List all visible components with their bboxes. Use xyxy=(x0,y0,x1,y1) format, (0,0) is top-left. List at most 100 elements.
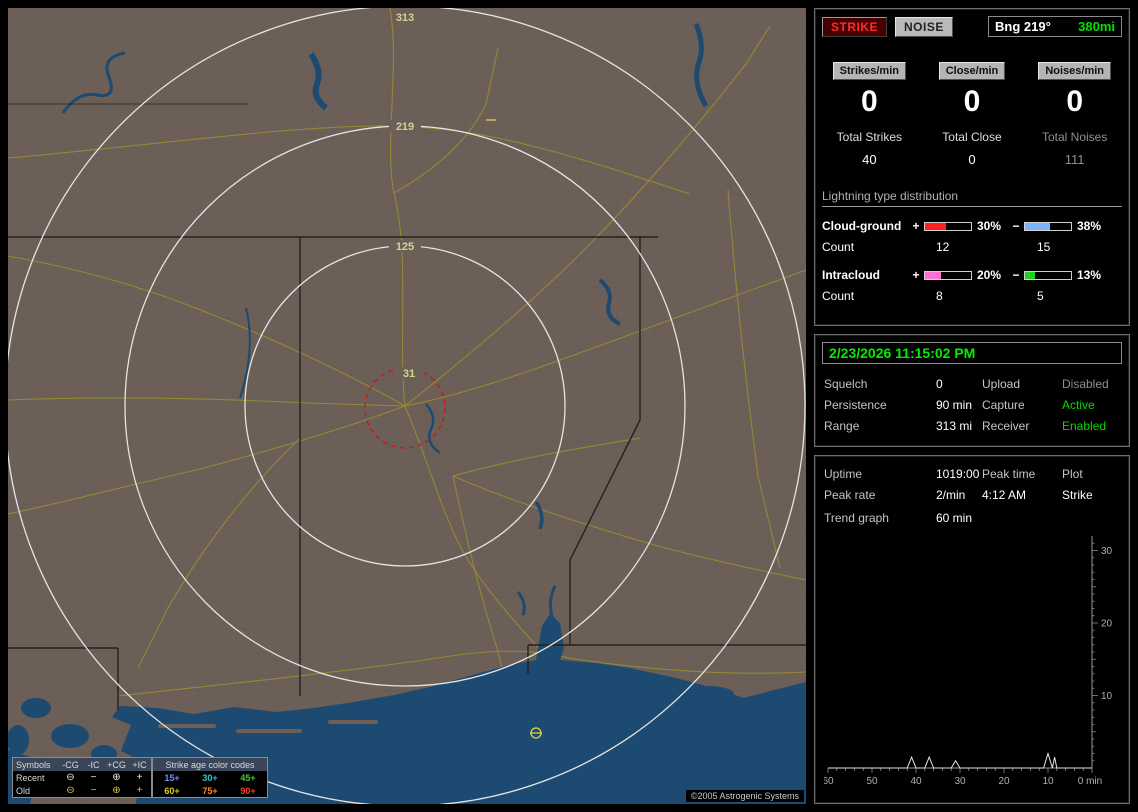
old-pos-cg-icon: ⊕ xyxy=(112,785,121,796)
close-per-min-value: 0 xyxy=(963,85,981,118)
age-15: 15+ xyxy=(164,772,180,783)
trend-graph-row: Trend graph 60 min xyxy=(822,511,1122,525)
close-per-min-button[interactable]: Close/min xyxy=(938,62,1006,80)
bearing-range: 380mi xyxy=(1078,19,1115,34)
ic-negative-bar xyxy=(1024,270,1072,280)
total-strikes-value: 40 xyxy=(862,152,877,167)
col-neg-ic: -IC xyxy=(82,758,105,771)
old-neg-cg-icon: ⊖ xyxy=(66,785,75,796)
intracloud-label: Intracloud xyxy=(822,268,881,282)
noise-button[interactable]: NOISE xyxy=(895,16,953,37)
ic-count-row: Count 8 5 xyxy=(822,289,1122,303)
svg-text:0 min: 0 min xyxy=(1078,776,1102,787)
age-75: 75+ xyxy=(202,785,218,796)
ic-negative-pct: 13% xyxy=(1077,268,1102,282)
strike-stats-panel: STRIKE NOISE Bng 219° 380mi Strikes/min … xyxy=(814,8,1130,326)
ic-negative-count: 5 xyxy=(1037,289,1044,303)
svg-text:20: 20 xyxy=(998,776,1010,787)
total-strikes-label: Total Strikes xyxy=(836,130,902,144)
nexstorm-app: 313 219 125 31 Symbols -CG -IC +CG +IC R… xyxy=(0,0,1138,812)
strikes-per-min-value: 0 xyxy=(860,85,878,118)
receiver-status: Enabled xyxy=(1062,419,1107,433)
row-old-label: Old xyxy=(16,785,31,796)
old-pos-ic-icon: + xyxy=(136,785,143,796)
persistence-value: 90 min xyxy=(936,398,973,412)
range-label: Range xyxy=(824,419,860,433)
row-recent-label: Recent xyxy=(16,772,45,783)
range-value: 313 mi xyxy=(936,419,973,433)
cg-negative-bar xyxy=(1024,221,1072,231)
distribution-title: Lightning type distribution xyxy=(822,189,1122,207)
cg-count-row: Count 12 15 xyxy=(822,240,1122,254)
recent-pos-cg-icon: ⊕ xyxy=(112,772,121,783)
peak-time-value: 4:12 AM xyxy=(982,488,1027,502)
intracloud-row: Intracloud + 20% − 13% xyxy=(822,265,1122,285)
trend-window-value: 60 min xyxy=(936,511,973,525)
age-colors-legend: Strike age color codes 15+ 30+ 45+ 60+ 7… xyxy=(152,757,268,798)
age-codes-title: Strike age color codes xyxy=(153,758,267,771)
svg-text:30: 30 xyxy=(1101,546,1113,557)
squelch-label: Squelch xyxy=(824,377,868,391)
age-30: 30+ xyxy=(202,772,218,783)
uptime-value: 1019:00 xyxy=(936,467,980,481)
cg-positive-bar xyxy=(924,221,972,231)
capture-status: Active xyxy=(1062,398,1095,412)
plot-label: Plot xyxy=(1062,467,1083,481)
bearing-display: Bng 219° 380mi xyxy=(988,16,1122,37)
col-neg-cg: -CG xyxy=(59,758,82,771)
noises-counter: Noises/min 0 Total Noises 111 xyxy=(1027,61,1122,167)
lightning-type-distribution: Lightning type distribution Cloud-ground… xyxy=(822,189,1122,303)
old-neg-ic-icon: − xyxy=(90,785,97,796)
svg-text:40: 40 xyxy=(910,776,922,787)
symbols-title: Symbols xyxy=(13,758,59,771)
range-ring-label-31: 31 xyxy=(403,368,415,380)
range-ring-label-125: 125 xyxy=(396,241,414,253)
total-close-value: 0 xyxy=(968,152,976,167)
peak-rate-value: 2/min xyxy=(936,488,966,502)
ic-count-label: Count xyxy=(822,289,855,303)
strike-map[interactable]: 313 219 125 31 Symbols -CG -IC +CG +IC R… xyxy=(8,8,806,804)
mode-row: STRIKE NOISE Bng 219° 380mi xyxy=(822,16,1122,37)
svg-text:50: 50 xyxy=(866,776,878,787)
peak-time-label: Peak time xyxy=(982,467,1036,481)
minus-sign: − xyxy=(1012,268,1020,282)
strike-button[interactable]: STRIKE xyxy=(822,16,888,37)
trend-graph: 10 20 30 60 50 40 30 20 10 0 min xyxy=(824,536,1113,787)
cg-negative-count: 15 xyxy=(1037,240,1051,254)
age-90: 90+ xyxy=(240,785,256,796)
svg-text:10: 10 xyxy=(1101,691,1113,702)
peak-rate-label: Peak rate xyxy=(824,488,876,502)
map-legend: Symbols -CG -IC +CG +IC Recent ⊖ − ⊕ + O… xyxy=(12,757,268,798)
uptime-grid: Uptime 1019:00 Peak time Plot Peak rate … xyxy=(822,467,1122,502)
rate-counters: Strikes/min 0 Total Strikes 40 Close/min… xyxy=(822,61,1122,167)
col-pos-cg: +CG xyxy=(105,758,128,771)
total-noises-label: Total Noises xyxy=(1041,130,1108,144)
symbols-legend: Symbols -CG -IC +CG +IC Recent ⊖ − ⊕ + O… xyxy=(12,757,152,798)
minus-sign: − xyxy=(1012,219,1020,233)
svg-text:30: 30 xyxy=(954,776,966,787)
persistence-label: Persistence xyxy=(824,398,887,412)
capture-label: Capture xyxy=(982,398,1025,412)
uptime-label: Uptime xyxy=(824,467,863,481)
total-close-label: Total Close xyxy=(942,130,1002,144)
upload-label: Upload xyxy=(982,377,1021,391)
svg-text:20: 20 xyxy=(1101,619,1113,630)
recent-pos-ic-icon: + xyxy=(136,772,143,783)
squelch-value: 0 xyxy=(936,377,943,391)
status-panel: 2/23/2026 11:15:02 PM Squelch 0 Upload D… xyxy=(814,334,1130,447)
age-45: 45+ xyxy=(240,772,256,783)
ic-positive-bar xyxy=(924,270,972,280)
strikes-per-min-button[interactable]: Strikes/min xyxy=(832,62,906,80)
receiver-label: Receiver xyxy=(982,419,1030,433)
plus-sign: + xyxy=(912,219,920,233)
cloud-ground-label: Cloud-ground xyxy=(822,219,902,233)
strikes-counter: Strikes/min 0 Total Strikes 40 xyxy=(822,61,917,167)
cloud-ground-row: Cloud-ground + 30% − 38% xyxy=(822,216,1122,236)
range-ring-label-219: 219 xyxy=(396,121,414,133)
range-ring-label-313: 313 xyxy=(396,12,414,24)
col-pos-ic: +IC xyxy=(128,758,151,771)
status-grid: Squelch 0 Upload Disabled Persistence 90… xyxy=(822,377,1122,433)
ic-positive-count: 8 xyxy=(936,289,943,303)
noises-per-min-button[interactable]: Noises/min xyxy=(1038,62,1111,80)
plot-type-value: Strike xyxy=(1062,488,1093,502)
